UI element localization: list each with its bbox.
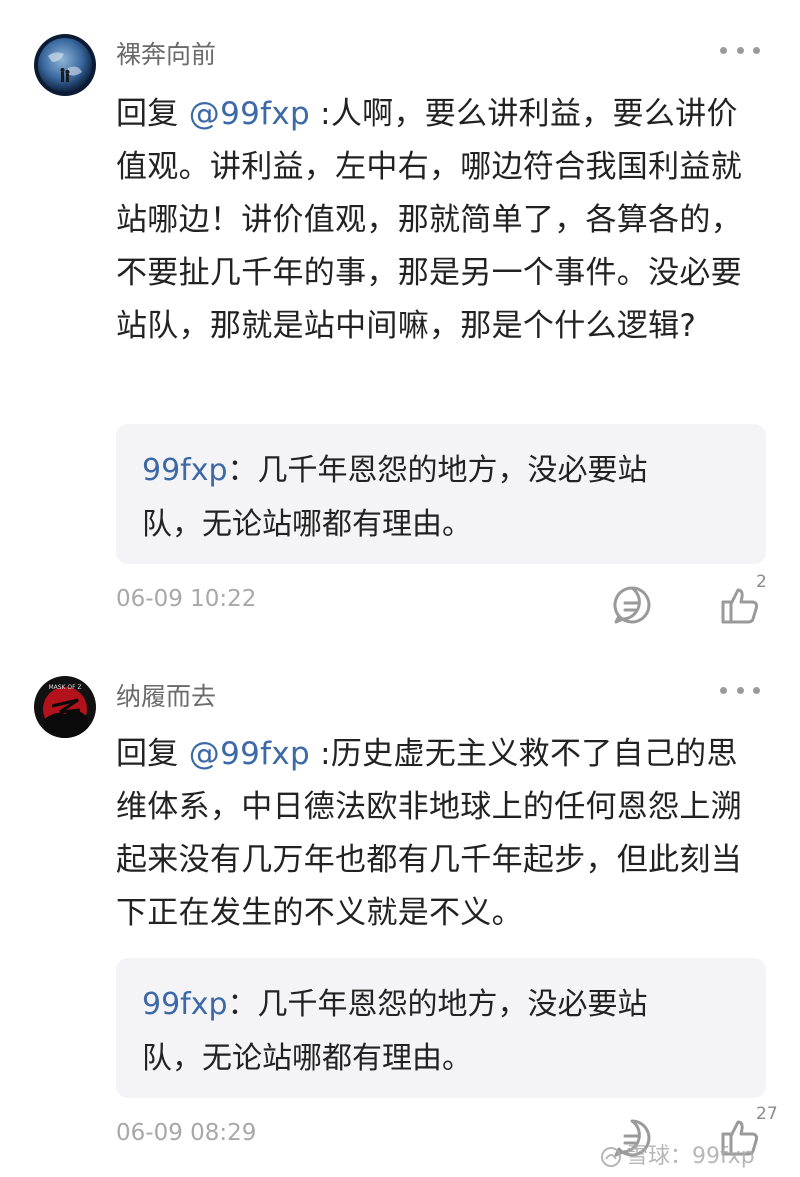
quote-body: 99fxp：几千年恩怨的地方，没必要站队，无论站哪都有理由。: [116, 958, 726, 1104]
quote-separator: ：: [227, 987, 258, 1022]
like-count: 27: [756, 1104, 778, 1124]
quoted-comment[interactable]: 99fxp：几千年恩怨的地方，没必要站队，无论站哪都有理由。: [116, 958, 766, 1098]
watermark-text: 雪球：99fxp: [626, 1144, 755, 1169]
quote-username[interactable]: 99fxp: [142, 987, 228, 1022]
username[interactable]: 纳履而去: [116, 682, 216, 712]
comment-item: MASK OF Z 纳履而去 回复 @99fxp :历史虚无主义救不了自己的思维…: [0, 0, 800, 1177]
timestamp: 06-09 08:29: [116, 1120, 257, 1146]
more-options-icon[interactable]: [720, 680, 760, 700]
mask-avatar-icon: MASK OF Z: [34, 676, 96, 738]
avatar[interactable]: MASK OF Z: [34, 676, 96, 738]
comment-text: 回复 @99fxp :历史虚无主义救不了自己的思维体系，中日德法欧非地球上的任何…: [116, 728, 766, 940]
avatar-logo-text: MASK OF Z: [48, 684, 81, 691]
snowball-logo-icon: [601, 1147, 621, 1167]
watermark: 雪球：99fxp: [600, 1138, 755, 1170]
reply-prefix: 回复: [116, 736, 189, 772]
mention-link[interactable]: @99fxp: [189, 736, 310, 772]
